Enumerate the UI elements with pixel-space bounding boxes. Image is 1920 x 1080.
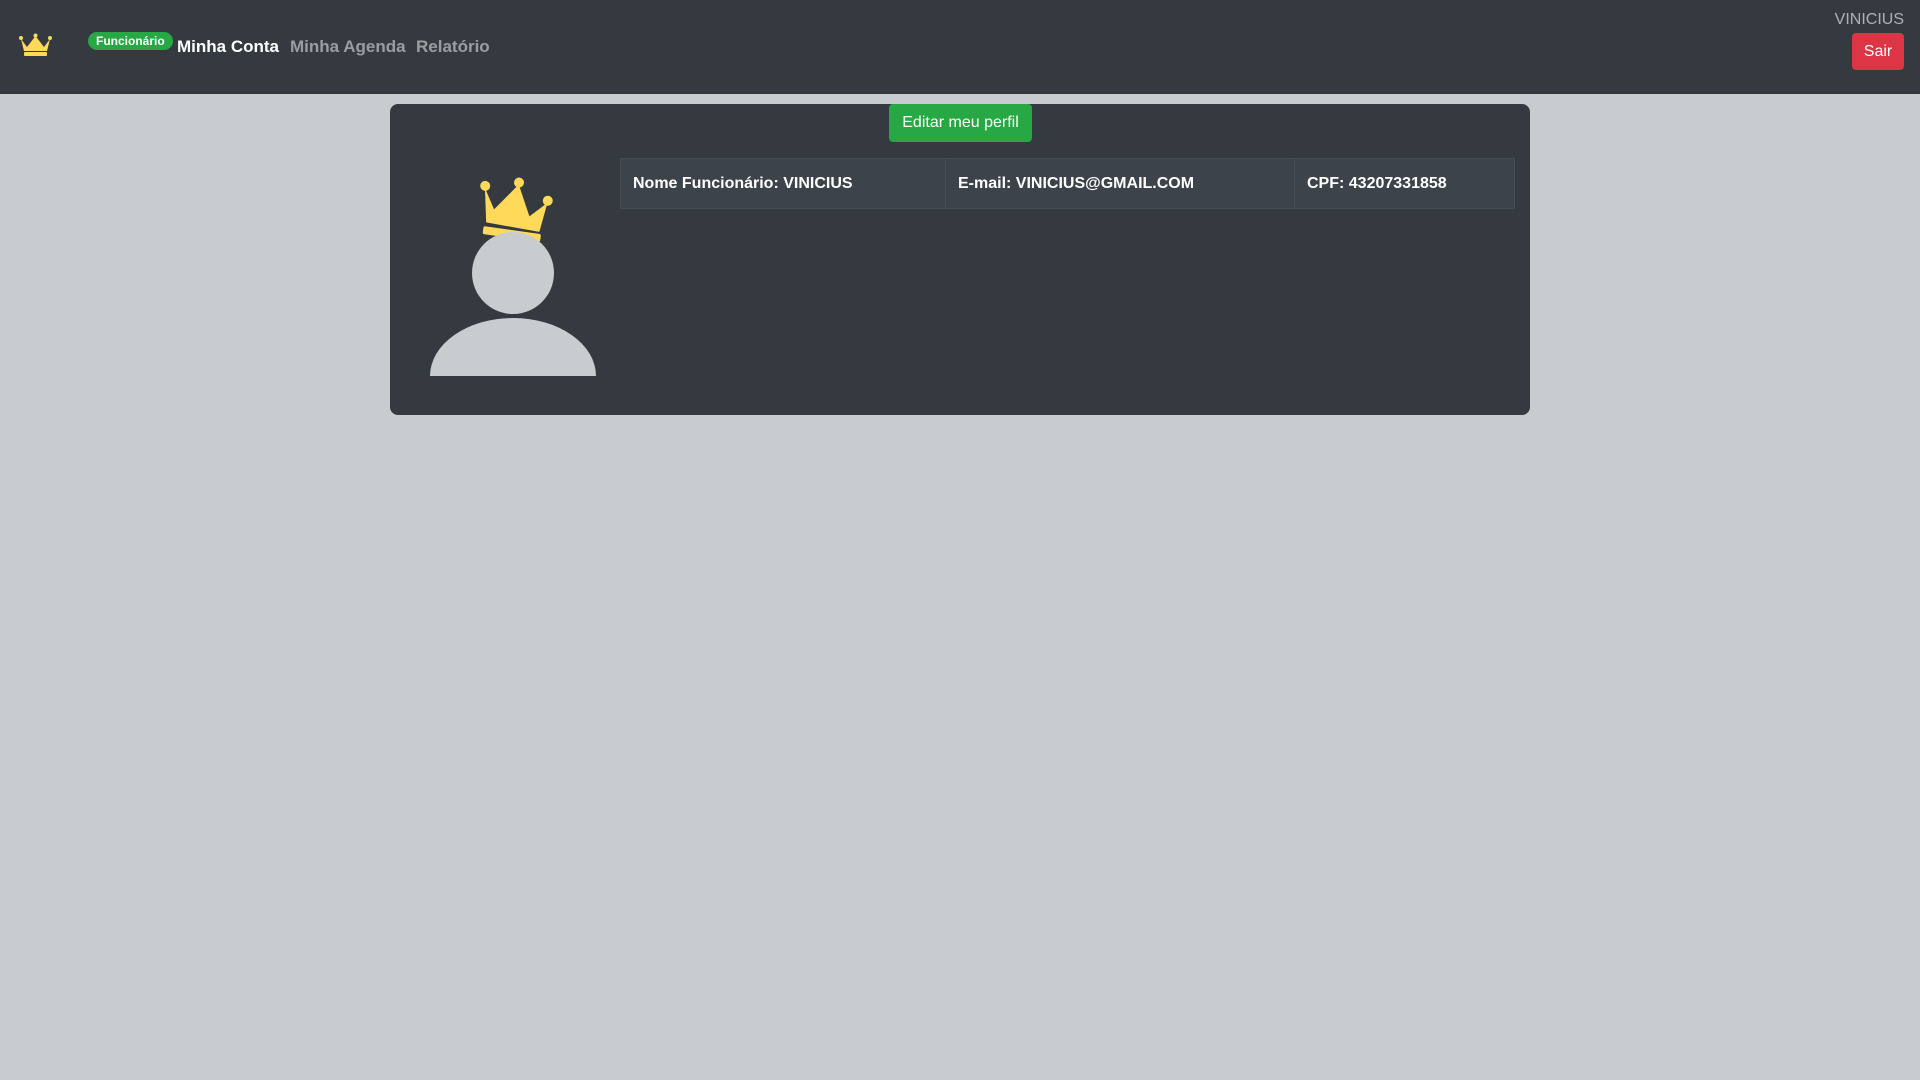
profile-info-table: Nome Funcionário: VINICIUS E-mail: VINIC… [620,158,1515,209]
edit-profile-button[interactable]: Editar meu perfil [889,104,1032,142]
nav-link-minha-conta[interactable]: Minha Conta [177,37,279,57]
crown-icon[interactable] [19,33,52,57]
profile-card: Editar meu perfil Nome Funcionário: VINI… [390,104,1530,415]
username-label: VINICIUS [1834,11,1904,28]
employee-cpf-cell: CPF: 43207331858 [1294,158,1515,209]
crowned-user-avatar-icon [430,177,596,376]
table-row: Nome Funcionário: VINICIUS E-mail: VINIC… [620,158,1515,209]
nav-link-relatorio[interactable]: Relatório [416,37,490,57]
top-navbar: Funcionário Minha Conta Minha Agenda Rel… [0,0,1920,94]
employee-email-cell: E-mail: VINICIUS@GMAIL.COM [945,158,1295,209]
employee-name-cell: Nome Funcionário: VINICIUS [620,158,946,209]
role-badge: Funcionário [88,32,173,50]
logout-button[interactable]: Sair [1852,33,1904,70]
nav-link-minha-agenda[interactable]: Minha Agenda [290,37,406,57]
